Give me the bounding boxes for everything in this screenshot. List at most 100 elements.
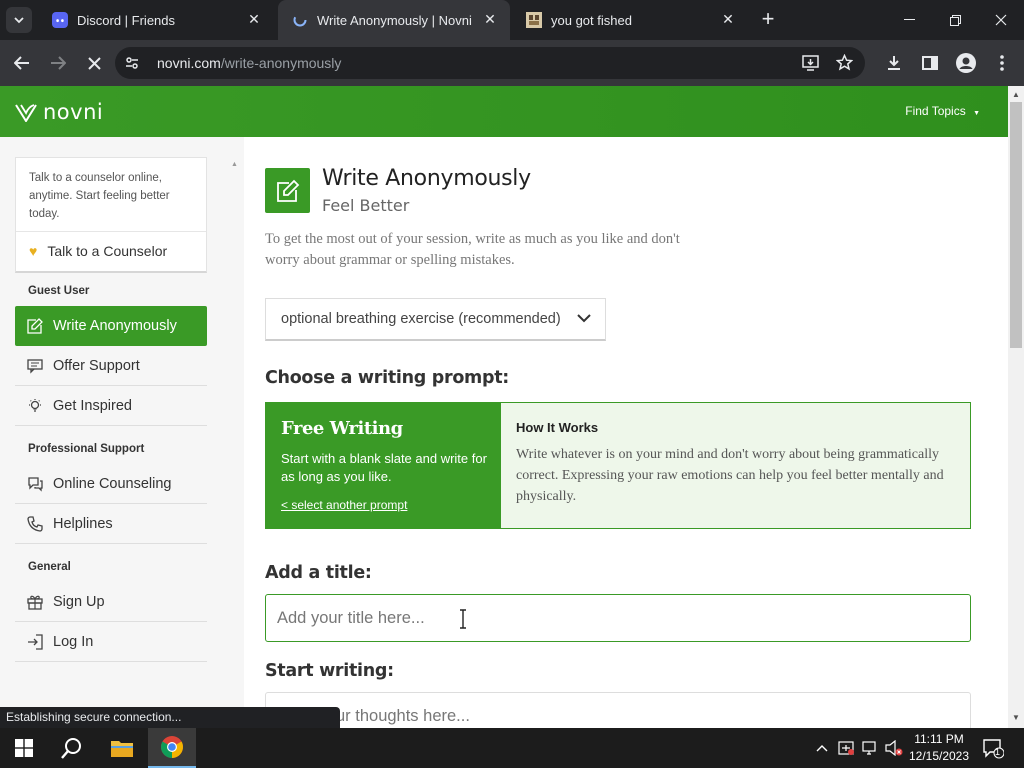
- minimize-button[interactable]: [886, 0, 932, 40]
- search-button[interactable]: [48, 728, 96, 768]
- sidebar-item-label: Helplines: [53, 515, 113, 532]
- url-text: novni.com/write-anonymously: [157, 55, 341, 71]
- close-icon: [995, 14, 1007, 26]
- scroll-up-arrow-icon[interactable]: ▲: [1011, 90, 1021, 100]
- prompt-heading: Choose a writing prompt:: [265, 368, 509, 388]
- restore-button[interactable]: [932, 0, 978, 40]
- clock-date: 12/15/2023: [908, 749, 970, 763]
- volume-tray[interactable]: [885, 728, 903, 768]
- sidebar-item-label: Offer Support: [53, 357, 140, 374]
- novni-logo-icon: [15, 104, 37, 122]
- windows-icon: [15, 739, 33, 757]
- phone-icon: [26, 515, 44, 533]
- sidebar-item-online-counseling[interactable]: Online Counseling: [15, 464, 207, 504]
- sidebar-scroll-up-icon[interactable]: ▲: [231, 161, 238, 168]
- pencil-square-icon: [26, 317, 44, 335]
- login-icon: [26, 633, 44, 651]
- chevron-up-icon: [816, 745, 828, 752]
- prompt-description: Start with a blank slate and write for a…: [281, 451, 487, 484]
- notification-icon: [983, 739, 1005, 759]
- site-info-icon[interactable]: [124, 55, 140, 71]
- sidebar-item-write-anonymously[interactable]: Write Anonymously: [15, 306, 207, 346]
- close-tab-icon[interactable]: ✕: [482, 11, 498, 27]
- talk-to-counselor-link[interactable]: ♥ Talk to a Counselor: [29, 243, 167, 259]
- title-input[interactable]: [265, 594, 971, 642]
- volume-muted-icon: [885, 740, 903, 756]
- forward-button[interactable]: [46, 51, 70, 75]
- arrow-left-icon: [14, 56, 29, 70]
- tab-strip: Discord | Friends ✕ Write Anonymously | …: [0, 0, 1024, 40]
- arrow-right-icon: [51, 56, 66, 70]
- network-tray[interactable]: [862, 728, 880, 768]
- scroll-down-arrow-icon[interactable]: ▼: [1011, 713, 1021, 723]
- chat-bubbles-icon: [26, 475, 44, 493]
- title-heading: Add a title:: [265, 563, 372, 583]
- writing-placeholder: ur thoughts here...: [336, 707, 470, 725]
- sidebar-item-offer-support[interactable]: Offer Support: [15, 346, 207, 386]
- download-button[interactable]: [882, 51, 906, 75]
- download-icon: [888, 56, 900, 70]
- stop-loading-button[interactable]: [82, 51, 106, 75]
- counselor-card: Talk to a counselor online, anytime. Sta…: [15, 157, 207, 273]
- side-panel-icon: [922, 56, 938, 70]
- tab-search-button[interactable]: [6, 7, 32, 33]
- avatar-icon: [956, 53, 976, 73]
- side-panel-button[interactable]: [918, 51, 942, 75]
- select-another-prompt-link[interactable]: < select another prompt: [281, 498, 407, 512]
- find-topics-label: Find Topics: [905, 104, 966, 118]
- sidebar-item-sign-up[interactable]: Sign Up: [15, 582, 207, 622]
- profile-button[interactable]: [954, 51, 978, 75]
- chrome-taskbar-button[interactable]: [148, 728, 196, 768]
- new-tab-button[interactable]: +: [757, 8, 779, 30]
- network-icon: [862, 741, 876, 755]
- start-button[interactable]: [0, 728, 48, 768]
- intro-text: To get the most out of your session, wri…: [265, 231, 680, 268]
- how-it-works-text: Write whatever is on your mind and don't…: [516, 447, 944, 504]
- breathing-exercise-value: optional breathing exercise (recommended…: [281, 311, 561, 327]
- menu-button[interactable]: [990, 51, 1014, 75]
- breathing-exercise-dropdown[interactable]: optional breathing exercise (recommended…: [265, 298, 606, 341]
- system-clock[interactable]: 11:11 PM 12/15/2023: [906, 731, 972, 765]
- tab-fished[interactable]: you got fished ✕: [512, 0, 748, 40]
- lightbulb-icon: [26, 397, 44, 415]
- find-topics-dropdown[interactable]: Find Topics ▼: [905, 104, 980, 118]
- file-explorer-button[interactable]: [98, 728, 146, 768]
- sidebar-item-label: Online Counseling: [53, 475, 172, 492]
- chevron-down-icon: [577, 314, 591, 323]
- bookmark-star-icon[interactable]: [836, 54, 853, 71]
- close-tab-icon[interactable]: ✕: [246, 11, 262, 27]
- address-bar[interactable]: novni.com/write-anonymously: [115, 47, 865, 79]
- install-app-icon[interactable]: [802, 55, 819, 71]
- scrollbar-thumb[interactable]: [1010, 102, 1022, 348]
- sidebar-item-label: Sign Up: [53, 593, 105, 610]
- image-icon: [526, 12, 542, 28]
- action-center-button[interactable]: 1: [982, 737, 1005, 759]
- search-icon: [61, 738, 81, 759]
- security-app-icon: [838, 741, 854, 755]
- sidebar-item-get-inspired[interactable]: Get Inspired: [15, 386, 207, 426]
- sidebar-item-label: Get Inspired: [53, 397, 132, 414]
- caret-down-icon: ▼: [973, 110, 980, 117]
- url-path: /write-anonymously: [220, 55, 342, 71]
- back-button[interactable]: [10, 51, 34, 75]
- taskbar: 11:11 PM 12/15/2023 1: [0, 728, 1024, 768]
- prompt-card: Free Writing Start with a blank slate an…: [265, 402, 971, 529]
- close-icon: [87, 56, 101, 70]
- status-bubble: Establishing secure connection...: [0, 707, 340, 728]
- tray-app[interactable]: [838, 728, 854, 768]
- close-window-button[interactable]: [978, 0, 1024, 40]
- tab-novni[interactable]: Write Anonymously | Novni ✕: [278, 0, 510, 40]
- how-it-works-title: How It Works: [516, 420, 599, 435]
- show-hidden-icons[interactable]: [816, 728, 828, 768]
- divider: [16, 231, 206, 232]
- page-title: Write Anonymously: [322, 166, 531, 191]
- novni-logo[interactable]: novni: [15, 100, 103, 124]
- minimize-icon: [903, 19, 915, 20]
- tab-title: you got fished: [551, 12, 632, 28]
- tab-discord[interactable]: Discord | Friends ✕: [38, 0, 274, 40]
- sidebar-item-log-in[interactable]: Log In: [15, 622, 207, 662]
- page-subtitle: Feel Better: [322, 196, 410, 215]
- writing-heading: Start writing:: [265, 661, 394, 681]
- sidebar-item-helplines[interactable]: Helplines: [15, 504, 207, 544]
- close-tab-icon[interactable]: ✕: [720, 11, 736, 27]
